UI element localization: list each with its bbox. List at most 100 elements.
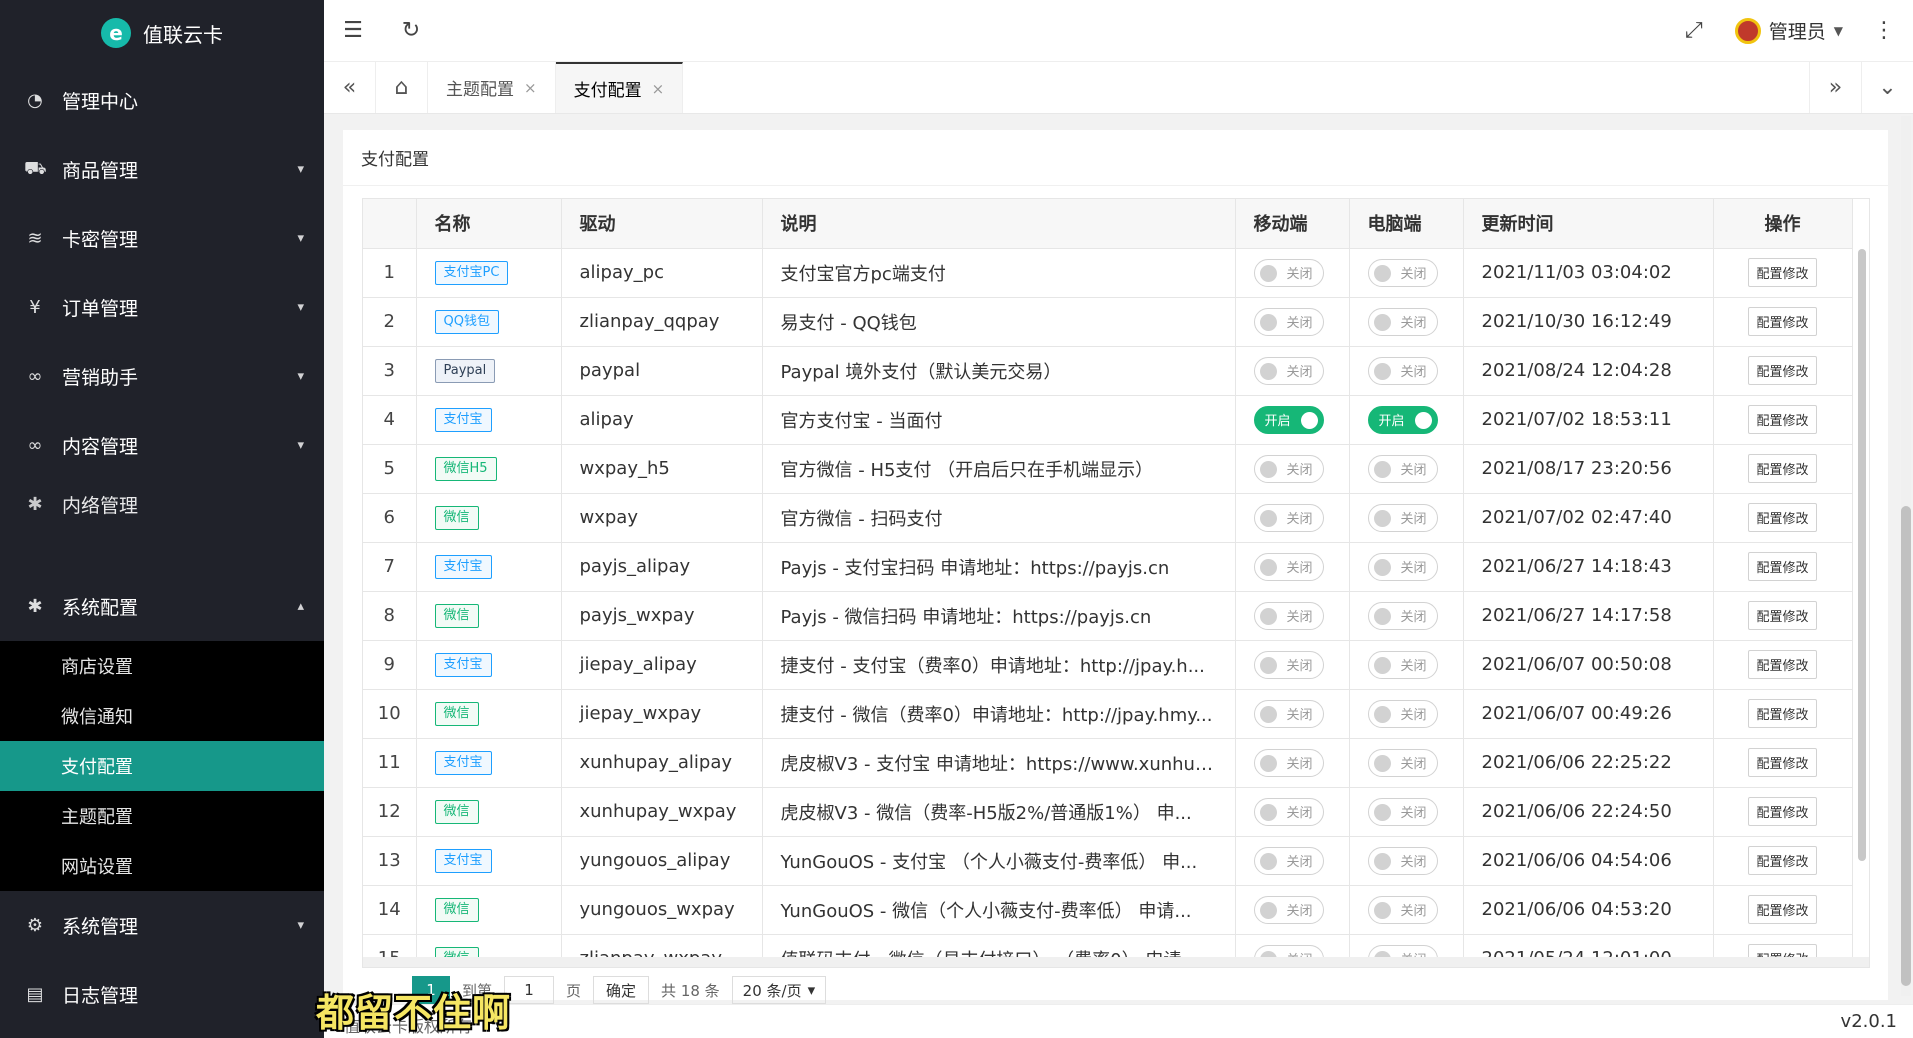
- sidebar-item-payment-config[interactable]: 支付配置: [0, 741, 324, 791]
- table-vertical-scrollbar[interactable]: [1858, 249, 1866, 861]
- pc-toggle[interactable]: 关闭: [1367, 503, 1438, 532]
- fullscreen-icon[interactable]: ⤢: [1665, 0, 1723, 62]
- edit-config-button[interactable]: 配置修改: [1748, 601, 1817, 630]
- sidebar-item-system-config[interactable]: ✱ 系统配置 ▴: [0, 572, 324, 641]
- pc-toggle[interactable]: 关闭: [1367, 258, 1438, 287]
- edit-config-button[interactable]: 配置修改: [1748, 356, 1817, 385]
- edit-config-button[interactable]: 配置修改: [1748, 454, 1817, 483]
- pc-toggle[interactable]: 关闭: [1367, 356, 1438, 385]
- mobile-toggle[interactable]: 关闭: [1253, 552, 1324, 581]
- mobile-toggle[interactable]: 关闭: [1253, 650, 1324, 679]
- cell-index: 5: [363, 444, 417, 494]
- cell-desc: YunGouOS - 微信（个人小薇支付-费率低） 申请...: [762, 885, 1236, 935]
- sidebar-item-hidden[interactable]: [0, 528, 324, 572]
- mobile-toggle[interactable]: 关闭: [1253, 454, 1324, 483]
- sidebar-item-logs[interactable]: ▤ 日志管理: [0, 960, 324, 1029]
- mobile-toggle[interactable]: 开启: [1253, 405, 1324, 434]
- user-menu[interactable]: 管理员 ▼: [1723, 17, 1855, 44]
- edit-config-button[interactable]: 配置修改: [1748, 258, 1817, 287]
- pc-toggle[interactable]: 关闭: [1367, 307, 1438, 336]
- sidebar-item-content[interactable]: ∞ 内容管理 ▾: [0, 411, 324, 480]
- pc-toggle[interactable]: 关闭: [1367, 454, 1438, 483]
- mobile-toggle[interactable]: 关闭: [1253, 797, 1324, 826]
- pc-toggle[interactable]: 关闭: [1367, 699, 1438, 728]
- cell-op: 配置修改: [1713, 787, 1853, 837]
- pc-toggle[interactable]: 关闭: [1367, 846, 1438, 875]
- tabs-next-icon[interactable]: »: [1809, 62, 1861, 113]
- cell-mobile: 关闭: [1235, 591, 1350, 641]
- cart-icon: ⛟: [24, 157, 47, 179]
- edit-config-button[interactable]: 配置修改: [1748, 650, 1817, 679]
- pc-toggle[interactable]: 开启: [1367, 405, 1438, 434]
- more-icon[interactable]: ⋮: [1855, 0, 1913, 62]
- edit-config-button[interactable]: 配置修改: [1748, 405, 1817, 434]
- page-scrollbar-thumb[interactable]: [1901, 506, 1911, 986]
- mobile-toggle[interactable]: 关闭: [1253, 748, 1324, 777]
- col-driver: 驱动: [561, 199, 763, 249]
- brand[interactable]: e 值联云卡: [0, 0, 324, 66]
- home-icon[interactable]: ⌂: [376, 62, 428, 113]
- pc-toggle[interactable]: 关闭: [1367, 601, 1438, 630]
- page-size-value: 20 条/页: [742, 981, 802, 1000]
- sidebar-item-system-admin[interactable]: ⚙ 系统管理 ▾: [0, 891, 324, 960]
- sidebar-item-orders[interactable]: ¥ 订单管理 ▾: [0, 273, 324, 342]
- user-name: 管理员: [1768, 21, 1826, 43]
- table-row: 1 支付宝PC alipay_pc 支付宝官方pc端支付 关闭 关闭 2021/11/03 …: [363, 248, 1853, 298]
- page-input[interactable]: 1: [504, 976, 555, 1004]
- cell-index: 14: [363, 885, 417, 935]
- mobile-toggle[interactable]: 关闭: [1253, 895, 1324, 924]
- mobile-toggle[interactable]: 关闭: [1253, 503, 1324, 532]
- sidebar-item-dashboard[interactable]: ◔ 管理中心: [0, 66, 324, 135]
- tabs-dropdown-icon[interactable]: ⌄: [1861, 62, 1913, 113]
- edit-config-button[interactable]: 配置修改: [1748, 846, 1817, 875]
- sidebar-item-theme-config[interactable]: 主题配置: [0, 791, 324, 841]
- cell-op: 配置修改: [1713, 493, 1853, 543]
- tab-payment-config[interactable]: 支付配置 ×: [555, 62, 684, 113]
- edit-config-button[interactable]: 配置修改: [1748, 307, 1817, 336]
- sidebar-item-partial[interactable]: ✱ 内络管理: [0, 480, 324, 528]
- edit-config-button[interactable]: 配置修改: [1748, 552, 1817, 581]
- cell-driver: alipay: [561, 395, 763, 445]
- sidebar-item-products[interactable]: ⛟ 商品管理 ▾: [0, 135, 324, 204]
- mobile-toggle[interactable]: 关闭: [1253, 356, 1324, 385]
- page-confirm-button[interactable]: 确定: [593, 976, 650, 1004]
- cell-driver: wxpay_h5: [561, 444, 763, 494]
- sidebar-item-shop-settings[interactable]: 商店设置: [0, 641, 324, 691]
- pc-toggle[interactable]: 关闭: [1367, 797, 1438, 826]
- mobile-toggle[interactable]: 关闭: [1253, 846, 1324, 875]
- sidebar-item-site-settings[interactable]: 网站设置: [0, 841, 324, 891]
- close-icon[interactable]: ×: [524, 79, 537, 97]
- sidebar-item-marketing[interactable]: ∞ 营销助手 ▾: [0, 342, 324, 411]
- pc-toggle[interactable]: 关闭: [1367, 650, 1438, 679]
- edit-config-button[interactable]: 配置修改: [1748, 699, 1817, 728]
- payment-name-badge: 微信: [434, 604, 479, 628]
- edit-config-button[interactable]: 配置修改: [1748, 797, 1817, 826]
- layers-icon: ≋: [27, 228, 43, 249]
- tabs-prev-icon[interactable]: «: [324, 62, 376, 113]
- menu-toggle-icon[interactable]: ☰: [324, 0, 382, 62]
- page-size-select[interactable]: 20 条/页 ▾: [731, 976, 827, 1004]
- refresh-icon[interactable]: ↻: [382, 0, 440, 62]
- close-icon[interactable]: ×: [652, 80, 665, 98]
- mobile-toggle[interactable]: 关闭: [1253, 601, 1324, 630]
- edit-config-button[interactable]: 配置修改: [1748, 748, 1817, 777]
- sidebar-item-label: 系统管理: [62, 916, 139, 938]
- sidebar-item-wechat-notify[interactable]: 微信通知: [0, 691, 324, 741]
- tab-theme-config[interactable]: 主题配置 ×: [428, 62, 556, 113]
- mobile-toggle[interactable]: 关闭: [1253, 699, 1324, 728]
- cell-op: 配置修改: [1713, 640, 1853, 690]
- tab-label: 主题配置: [446, 80, 514, 100]
- page-scrollbar[interactable]: [1901, 116, 1911, 996]
- table-row: 9 支付宝 jiepay_alipay 捷支付 - 支付宝（费率0）申请地址：http…: [363, 640, 1853, 690]
- cell-op: 配置修改: [1713, 297, 1853, 347]
- pc-toggle[interactable]: 关闭: [1367, 748, 1438, 777]
- edit-config-button[interactable]: 配置修改: [1748, 503, 1817, 532]
- mobile-toggle[interactable]: 关闭: [1253, 307, 1324, 336]
- sidebar-item-cards[interactable]: ≋ 卡密管理 ▾: [0, 204, 324, 273]
- pc-toggle[interactable]: 关闭: [1367, 552, 1438, 581]
- pc-toggle[interactable]: 关闭: [1367, 895, 1438, 924]
- mobile-toggle[interactable]: 关闭: [1253, 258, 1324, 287]
- table-horizontal-scrollbar[interactable]: [363, 957, 1869, 967]
- cell-driver: payjs_alipay: [561, 542, 763, 592]
- edit-config-button[interactable]: 配置修改: [1748, 895, 1817, 924]
